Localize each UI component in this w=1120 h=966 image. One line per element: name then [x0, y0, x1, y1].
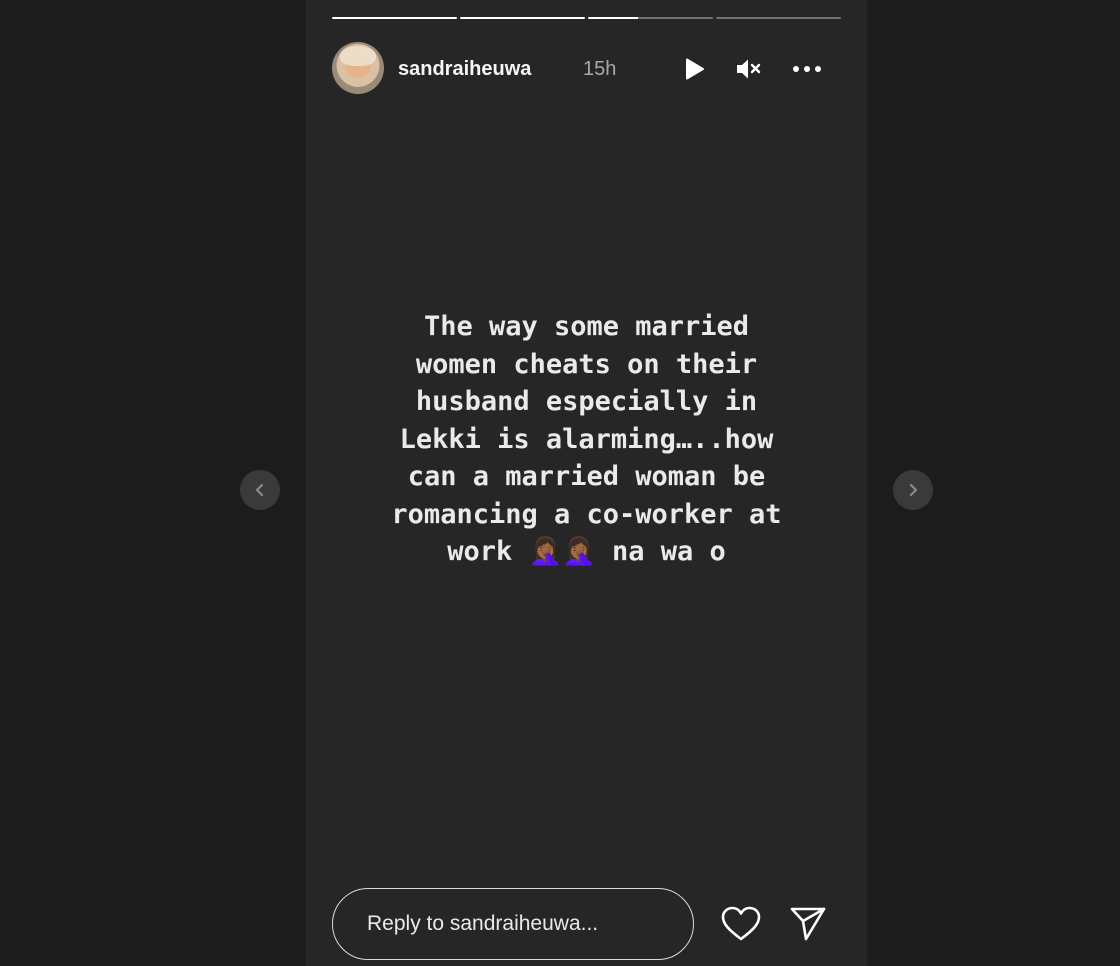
reply-input[interactable]: Reply to sandraiheuwa...: [332, 888, 694, 960]
story-footer: Reply to sandraiheuwa...: [332, 888, 841, 962]
progress-segment: [332, 17, 457, 19]
speaker-muted-icon: [737, 59, 761, 79]
progress-segment-current: [588, 17, 713, 19]
chevron-left-icon: [255, 483, 264, 497]
story-caption-text: The way some married women cheats on the…: [391, 311, 782, 567]
send-icon: [790, 907, 826, 941]
heart-icon: [721, 906, 761, 941]
share-button[interactable]: [788, 904, 828, 944]
previous-story-button[interactable]: [240, 470, 280, 510]
avatar[interactable]: [332, 42, 384, 94]
like-button[interactable]: [721, 904, 761, 944]
story-timestamp: 15h: [583, 58, 617, 80]
play-button[interactable]: [679, 54, 709, 84]
chevron-right-icon: [909, 483, 918, 497]
more-options-button[interactable]: [792, 54, 822, 84]
next-story-button[interactable]: [893, 470, 933, 510]
story-header: sandraiheuwa 15h: [332, 42, 841, 96]
reply-placeholder: Reply to sandraiheuwa...: [367, 912, 599, 935]
story-progress-bar: [332, 17, 841, 20]
mute-button[interactable]: [733, 54, 763, 84]
more-options-icon: [793, 66, 821, 72]
progress-segment: [460, 17, 585, 19]
username-link[interactable]: sandraiheuwa: [398, 58, 531, 81]
progress-segment: [716, 17, 841, 19]
play-icon: [686, 58, 704, 80]
story-card[interactable]: sandraiheuwa 15h The way some married wo…: [306, 0, 867, 966]
story-viewer: sandraiheuwa 15h The way some married wo…: [0, 0, 1120, 966]
